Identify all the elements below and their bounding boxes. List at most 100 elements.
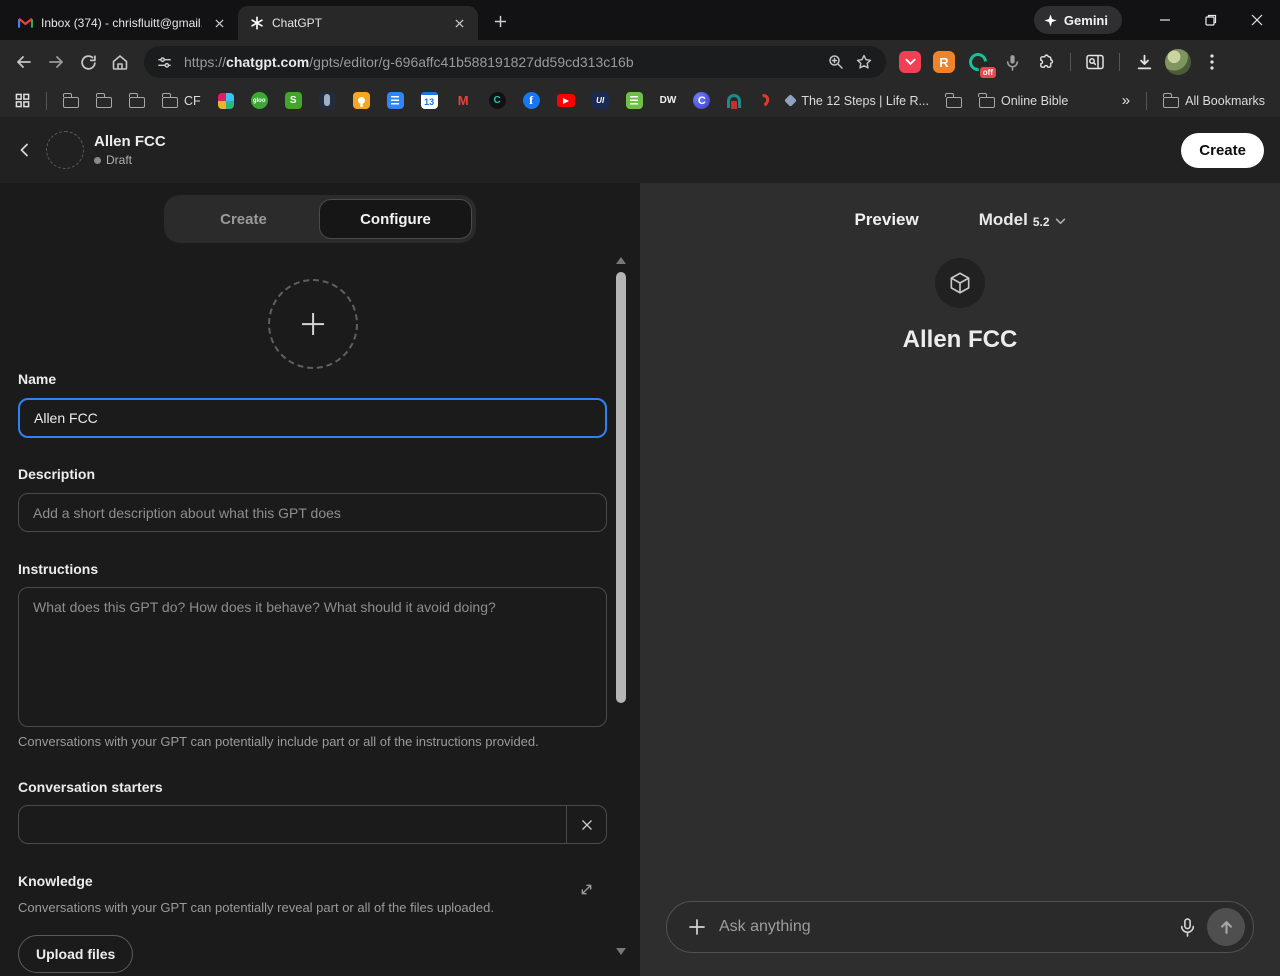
youtube-icon: [557, 94, 575, 107]
mic-toolbar-icon[interactable]: [998, 48, 1026, 76]
bookmark-green-list[interactable]: [621, 90, 648, 111]
editor-mode-tabs: Create Configure: [164, 195, 476, 243]
bookmark-slack[interactable]: [213, 91, 239, 111]
bookmarks-separator: [1146, 92, 1147, 110]
site-settings-icon[interactable]: [150, 48, 178, 76]
browser-toolbar: https://chatgpt.com/gpts/editor/g-696aff…: [0, 40, 1280, 84]
twelve-steps-icon: [784, 94, 797, 107]
back-chevron-icon[interactable]: [8, 133, 42, 167]
bookmark-all-bookmarks[interactable]: All Bookmarks: [1158, 92, 1270, 110]
expand-textarea-icon[interactable]: [580, 883, 593, 896]
back-icon[interactable]: [8, 46, 40, 78]
bookmark-facebook[interactable]: f: [518, 90, 545, 111]
downloads-icon[interactable]: [1130, 48, 1158, 76]
bookmark-subsplash[interactable]: S: [280, 90, 307, 111]
bookmark-apps-grid[interactable]: [10, 91, 35, 110]
name-input[interactable]: [18, 398, 607, 438]
scroll-up-arrow-icon[interactable]: [616, 257, 626, 264]
bookmark-twelve-steps[interactable]: The 12 Steps | Life R...: [781, 92, 934, 110]
scrollbar-thumb[interactable]: [616, 272, 626, 703]
reload-icon[interactable]: [72, 46, 104, 78]
forward-icon[interactable]: [40, 46, 72, 78]
toolbar-separator: [1119, 53, 1120, 71]
bookmarks-separator: [46, 92, 47, 110]
slack-icon: [218, 93, 234, 109]
pocket-extension-icon[interactable]: [896, 48, 924, 76]
bookmark-ui[interactable]: UI: [587, 90, 614, 111]
send-button[interactable]: [1207, 908, 1245, 946]
instructions-textarea[interactable]: [18, 587, 607, 727]
bookmark-calendar-13[interactable]: 13: [416, 90, 443, 111]
tab-close-icon[interactable]: [210, 14, 228, 32]
address-bar[interactable]: https://chatgpt.com/gpts/editor/g-696aff…: [144, 46, 886, 78]
bookmark-online-bible[interactable]: Online Bible: [974, 92, 1073, 110]
upload-files-button[interactable]: Upload files: [18, 935, 133, 973]
window-close-button[interactable]: [1234, 0, 1280, 40]
bookmark-docs[interactable]: [382, 90, 409, 111]
extensions-puzzle-icon[interactable]: [1032, 48, 1060, 76]
tab-create[interactable]: Create: [168, 199, 319, 239]
preview-gpt-name: Allen FCC: [640, 326, 1280, 354]
profile-avatar[interactable]: [1164, 48, 1192, 76]
chat-composer[interactable]: [666, 901, 1254, 953]
subsplash-icon: S: [285, 92, 302, 109]
folder-icon: [63, 97, 79, 108]
bookmark-folder[interactable]: [124, 92, 150, 110]
description-input[interactable]: [18, 493, 607, 532]
ask-anything-input[interactable]: [713, 918, 1171, 936]
facebook-icon: f: [523, 92, 540, 109]
remove-starter-icon[interactable]: [566, 806, 606, 843]
bookmark-gloo[interactable]: gloo: [246, 90, 273, 111]
bookmarks-overflow-chevron[interactable]: »: [1117, 90, 1135, 111]
gpt-avatar-placeholder[interactable]: [46, 131, 84, 169]
bookmark-dw[interactable]: DW: [655, 93, 682, 108]
bookmark-arch[interactable]: [722, 92, 746, 110]
knowledge-note: Conversations with your GPT can potentia…: [18, 900, 607, 915]
bookmark-gmail[interactable]: M: [450, 90, 477, 111]
statue-icon: [319, 92, 336, 109]
bookmark-star-icon[interactable]: [850, 48, 878, 76]
grammarly-extension-icon[interactable]: off: [964, 48, 992, 76]
create-button[interactable]: Create: [1181, 133, 1264, 168]
scroll-down-arrow-icon[interactable]: [616, 948, 626, 955]
bookmark-youtube[interactable]: [552, 92, 580, 109]
conversation-starter-input[interactable]: [19, 806, 566, 843]
window-minimize-button[interactable]: [1142, 0, 1188, 40]
tab-gmail[interactable]: Inbox (374) - chrisfluitt@gmail.c: [6, 6, 238, 40]
name-label: Name: [18, 371, 56, 387]
bookmark-folder[interactable]: [941, 92, 967, 110]
bookmark-folder[interactable]: [91, 92, 117, 110]
tab-configure[interactable]: Configure: [319, 199, 472, 239]
knowledge-label: Knowledge: [18, 873, 93, 889]
bookmark-label: All Bookmarks: [1185, 94, 1265, 108]
mic-icon[interactable]: [1171, 911, 1203, 943]
new-tab-button[interactable]: [486, 7, 514, 35]
tab-chatgpt[interactable]: ChatGPT: [238, 6, 478, 40]
attach-plus-icon[interactable]: [681, 911, 713, 943]
bookmark-folder[interactable]: [58, 92, 84, 110]
gpt-cube-avatar: [935, 258, 985, 308]
browser-menu-icon[interactable]: [1198, 48, 1226, 76]
tab-close-icon[interactable]: [450, 14, 468, 32]
gpt-avatar-upload[interactable]: [268, 279, 358, 369]
bookmark-hook[interactable]: [753, 92, 774, 109]
bookmark-statue[interactable]: [314, 90, 341, 111]
bookmark-c-blue[interactable]: C: [688, 90, 715, 111]
bookmark-tc[interactable]: C: [484, 90, 511, 111]
zoom-page-icon[interactable]: [822, 48, 850, 76]
panel-scrollbar[interactable]: [615, 253, 627, 963]
model-selector[interactable]: Model 5.2: [979, 210, 1066, 230]
rakuten-extension-icon[interactable]: R: [930, 48, 958, 76]
chatgpt-favicon-icon: [250, 16, 264, 30]
arch-icon: [727, 94, 741, 108]
folder-icon: [979, 97, 995, 108]
folder-icon: [946, 97, 962, 108]
conversation-starters-label: Conversation starters: [18, 779, 163, 795]
search-sidepanel-icon[interactable]: [1081, 48, 1109, 76]
bookmark-bulb[interactable]: [348, 90, 375, 111]
home-icon[interactable]: [104, 46, 136, 78]
gemini-button[interactable]: Gemini: [1034, 6, 1122, 34]
description-label: Description: [18, 466, 95, 482]
bookmark-folder-cf[interactable]: CF: [157, 92, 206, 110]
window-restore-button[interactable]: [1188, 0, 1234, 40]
